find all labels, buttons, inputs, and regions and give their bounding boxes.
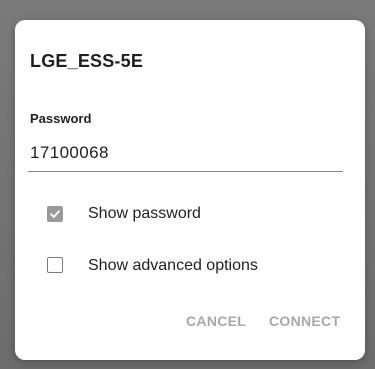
show-password-label[interactable]: Show password [88, 205, 201, 223]
dialog-title: LGE_ESS-5E [30, 51, 144, 71]
connect-button[interactable]: CONNECT [269, 313, 340, 329]
password-input[interactable] [28, 140, 343, 172]
show-password-checkbox[interactable] [47, 206, 63, 222]
cancel-button[interactable]: CANCEL [186, 313, 246, 329]
checkmark-icon [50, 210, 60, 218]
show-advanced-options-label[interactable]: Show advanced options [88, 257, 258, 275]
password-label: Password [30, 111, 92, 126]
show-advanced-options-checkbox[interactable] [47, 257, 63, 273]
